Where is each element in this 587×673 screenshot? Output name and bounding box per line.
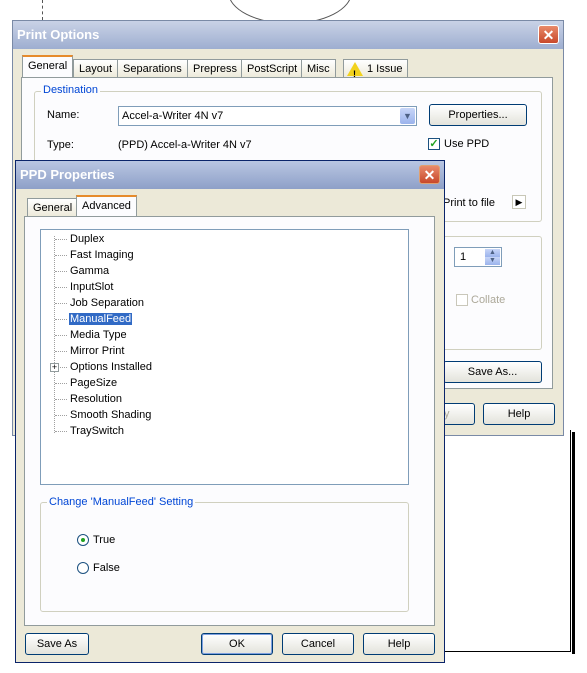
ppd-properties-title: PPD Properties [20,167,115,182]
ppd-properties-dialog: PPD Properties ✕ General Advanced Duplex… [15,160,445,663]
type-label: Type: [47,139,74,151]
tree-item[interactable]: PageSize [51,375,118,391]
tab-general[interactable]: General [22,55,74,77]
tab-ppd-general[interactable]: General [27,198,79,217]
true-radio[interactable] [77,534,89,546]
ppd-save-as-button[interactable]: Save As [25,633,89,655]
print-to-file-label: Print to file [443,197,495,209]
true-label: True [93,534,116,546]
tree-item[interactable]: Job Separation [51,295,145,311]
tab-prepress[interactable]: Prepress [187,59,244,78]
destination-legend: Destination [41,84,101,96]
setting-group-legend: Change 'ManualFeed' Setting [47,496,196,508]
tab-postscript[interactable]: PostScript [241,59,304,78]
spin-down-icon[interactable]: ▼ [485,257,500,265]
ok-button[interactable]: OK [201,633,273,655]
spin-up-icon[interactable]: ▲ [485,249,500,257]
collate-label: Collate [471,294,506,306]
page-border-bottom [445,651,571,652]
ppd-options-tree[interactable]: Duplex Fast Imaging Gamma InputSlot Job … [40,229,409,485]
print-options-titlebar: Print Options [13,21,563,49]
ppd-properties-close-button[interactable]: ✕ [419,165,440,184]
print-options-title: Print Options [17,27,100,42]
print-options-help-button[interactable]: Help [483,403,555,425]
tree-item[interactable]: InputSlot [51,279,114,295]
tree-item[interactable]: Smooth Shading [51,407,152,423]
ppd-properties-titlebar: PPD Properties [16,161,444,189]
collate-checkbox[interactable] [456,294,468,306]
tree-item[interactable]: Gamma [51,263,110,279]
page-shadow [572,432,575,654]
printer-name-select[interactable]: Accel-a-Writer 4N v7 ▼ [118,106,417,126]
tree-item[interactable]: Mirror Print [51,343,125,359]
print-to-file-arrow-button[interactable]: ▶ [512,195,526,209]
tab-ppd-advanced[interactable]: Advanced [76,195,137,217]
save-as-button[interactable]: Save As... [443,361,542,383]
setting-group [40,502,409,612]
tree-item[interactable]: TraySwitch [51,423,125,439]
tree-item[interactable]: Duplex [51,231,105,247]
advanced-tab-panel: Duplex Fast Imaging Gamma InputSlot Job … [24,216,435,626]
false-radio[interactable] [77,562,89,574]
chevron-down-icon: ▼ [400,108,415,124]
copies-spinner[interactable]: 1 ▲ ▼ [454,247,502,267]
cancel-button[interactable]: Cancel [282,633,354,655]
properties-button[interactable]: Properties... [429,104,527,126]
expand-plus-icon[interactable]: + [50,363,59,372]
warning-icon [347,62,363,83]
page-border-right [570,430,571,652]
tab-layout[interactable]: Layout [73,59,119,78]
name-label: Name: [47,109,80,121]
use-ppd-checkbox[interactable]: ✓ [428,138,440,150]
ppd-help-button[interactable]: Help [363,633,435,655]
tree-item-expandable[interactable]: + Options Installed [50,359,153,375]
tree-item[interactable]: Resolution [51,391,123,407]
tree-item[interactable]: Media Type [51,327,128,343]
tab-issues[interactable]: 1 Issue [343,59,409,83]
tab-misc[interactable]: Misc [301,59,336,78]
page-guide-line [42,0,43,20]
type-value: (PPD) Accel-a-Writer 4N v7 [118,139,252,151]
print-options-close-button[interactable]: ✕ [538,25,559,44]
tree-item[interactable]: Fast Imaging [51,247,135,263]
use-ppd-label: Use PPD [444,138,490,150]
tab-separations[interactable]: Separations [117,59,188,78]
tree-item-selected[interactable]: ManualFeed [51,311,133,327]
false-label: False [93,562,120,574]
